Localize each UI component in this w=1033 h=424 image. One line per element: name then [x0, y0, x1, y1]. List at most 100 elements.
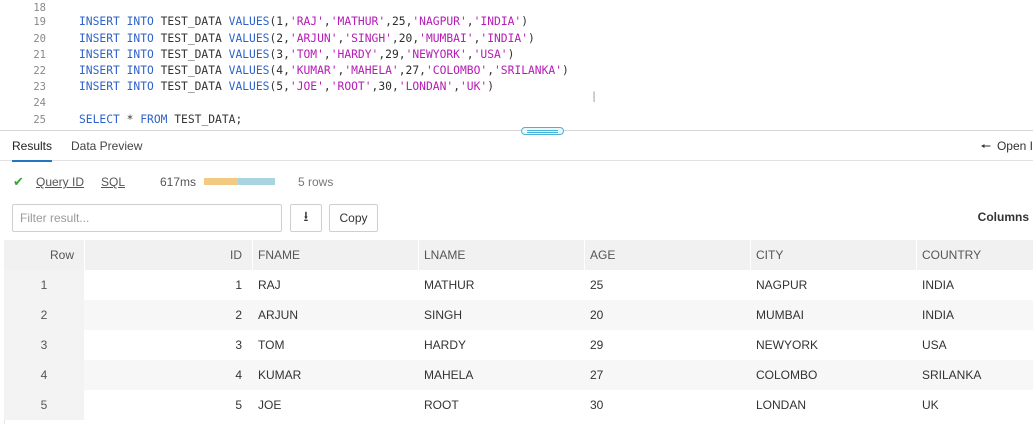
code-token: VALUES: [228, 80, 270, 93]
table-cell-lname[interactable]: MATHUR: [418, 270, 584, 300]
table-cell-age[interactable]: 20: [584, 300, 750, 330]
table-cell-row[interactable]: 1: [4, 270, 84, 300]
table-cell-fname[interactable]: TOM: [252, 330, 418, 360]
column-separator[interactable]: [916, 240, 917, 270]
column-header-country[interactable]: COUNTRY: [916, 240, 1033, 270]
table-cell-city[interactable]: LONDAN: [750, 390, 916, 420]
table-cell-city[interactable]: NAGPUR: [750, 270, 916, 300]
table-cell-age[interactable]: 30: [584, 390, 750, 420]
table-cell-country[interactable]: INDIA: [916, 270, 1033, 300]
open-link-label: Open I: [996, 139, 1033, 153]
table-cell-age[interactable]: 27: [584, 360, 750, 390]
open-link[interactable]: 🠔 Open I: [980, 131, 1033, 161]
column-separator[interactable]: [418, 240, 419, 270]
table-cell-fname[interactable]: KUMAR: [252, 360, 418, 390]
code-token: 'USA': [473, 48, 508, 61]
code-token: TEST_DATA: [160, 80, 229, 93]
table-row[interactable]: 5 5 JOE ROOT 30 LONDAN UK: [4, 390, 1033, 420]
table-row[interactable]: 2 2 ARJUN SINGH 20 MUMBAI INDIA: [4, 300, 1033, 330]
table-cell-fname[interactable]: RAJ: [252, 270, 418, 300]
code-token: 'RAJ': [289, 15, 324, 28]
table-cell-country[interactable]: SRILANKA: [916, 360, 1033, 390]
code-text: INSERT INTO TEST_DATA VALUES(5,'JOE','RO…: [79, 79, 494, 95]
code-token: 'INDIA': [473, 15, 522, 28]
table-cell-city[interactable]: MUMBAI: [750, 300, 916, 330]
code-token: ,: [283, 32, 290, 45]
code-token: ,: [398, 64, 406, 77]
table-cell-row[interactable]: 2: [4, 300, 84, 330]
column-header-row[interactable]: Row: [4, 240, 84, 270]
table-cell-lname[interactable]: SINGH: [418, 300, 584, 330]
table-cell-id[interactable]: 3: [84, 330, 250, 360]
table-cell-row[interactable]: 5: [4, 390, 84, 420]
column-header-city[interactable]: CITY: [750, 240, 916, 270]
tab-data-preview[interactable]: Data Preview: [71, 131, 142, 161]
code-token: ,: [323, 48, 331, 61]
code-token: ,: [385, 15, 392, 28]
column-separator[interactable]: [584, 240, 585, 270]
table-cell-lname[interactable]: HARDY: [418, 330, 584, 360]
line-number: 20: [33, 33, 46, 45]
line-number: 22: [33, 65, 46, 77]
table-cell-country[interactable]: UK: [916, 390, 1033, 420]
table-cell-row[interactable]: 3: [4, 330, 84, 360]
download-icon: ⭳: [303, 208, 309, 224]
table-cell-id[interactable]: 2: [84, 300, 250, 330]
code-token: VALUES: [228, 48, 270, 61]
code-token: ,: [453, 80, 460, 93]
column-separator[interactable]: [252, 240, 253, 270]
code-token: INSERT INTO: [79, 48, 161, 61]
filter-result-input[interactable]: [12, 204, 282, 232]
table-cell-id[interactable]: 5: [84, 390, 250, 420]
tab-results[interactable]: Results: [12, 131, 53, 162]
code-token: 'MUMBAI': [419, 32, 474, 45]
table-cell-city[interactable]: NEWYORK: [750, 330, 916, 360]
code-line: 24: [0, 95, 1033, 111]
table-cell-fname[interactable]: ARJUN: [252, 300, 418, 330]
code-token: 'ROOT': [330, 80, 372, 93]
code-token: 'MAHELA': [344, 64, 399, 77]
column-header-id[interactable]: ID: [84, 240, 250, 270]
code-token: 'SINGH': [344, 32, 392, 45]
column-header-lname[interactable]: LNAME: [418, 240, 584, 270]
code-token: ,: [466, 48, 474, 61]
table-cell-country[interactable]: USA: [916, 330, 1033, 360]
column-separator[interactable]: [84, 240, 85, 270]
table-cell-country[interactable]: INDIA: [916, 300, 1033, 330]
table-row[interactable]: 3 3 TOM HARDY 29 NEWYORK USA: [4, 330, 1033, 360]
table-cell-age[interactable]: 29: [584, 330, 750, 360]
result-tabs: Results Data Preview: [0, 131, 1033, 162]
column-header-fname[interactable]: FNAME: [252, 240, 418, 270]
columns-button[interactable]: Columns: [978, 210, 1029, 224]
text-cursor: I: [592, 90, 597, 106]
table-cell-id[interactable]: 4: [84, 360, 250, 390]
column-separator[interactable]: [750, 240, 751, 270]
line-number: 19: [33, 16, 46, 28]
timing-bar: [204, 178, 275, 185]
table-cell-row[interactable]: 4: [4, 360, 84, 390]
table-row[interactable]: 4 4 KUMAR MAHELA 27 COLOMBO SRILANKA: [4, 360, 1033, 390]
sql-link[interactable]: SQL: [101, 175, 125, 189]
query-id-link[interactable]: Query ID: [36, 175, 84, 189]
copy-button[interactable]: Copy: [329, 204, 378, 232]
code-token: FROM: [140, 113, 175, 126]
code-token: INSERT INTO: [79, 32, 161, 45]
sql-editor[interactable]: 18 19 INSERT INTO TEST_DATA VALUES(1,'RAJ'…: [0, 0, 1033, 131]
table-cell-city[interactable]: COLOMBO: [750, 360, 916, 390]
code-text: INSERT INTO TEST_DATA VALUES(1,'RAJ','MA…: [79, 14, 528, 30]
code-token: 'NEWYORK': [405, 48, 467, 61]
table-cell-fname[interactable]: JOE: [252, 390, 418, 420]
code-token: SELECT: [79, 113, 127, 126]
column-header-age[interactable]: AGE: [584, 240, 750, 270]
code-token: TEST_DATA: [160, 32, 229, 45]
table-cell-age[interactable]: 25: [584, 270, 750, 300]
table-cell-lname[interactable]: ROOT: [418, 390, 584, 420]
table-cell-lname[interactable]: MAHELA: [418, 360, 584, 390]
download-button[interactable]: ⭳: [290, 204, 322, 232]
code-text: INSERT INTO TEST_DATA VALUES(4,'KUMAR','…: [79, 63, 569, 79]
code-token: ,: [398, 48, 406, 61]
table-row[interactable]: 1 1 RAJ MATHUR 25 NAGPUR INDIA: [4, 270, 1033, 300]
table-cell-id[interactable]: 1: [84, 270, 250, 300]
code-token: INSERT INTO: [79, 15, 161, 28]
code-token: ,: [323, 15, 331, 28]
